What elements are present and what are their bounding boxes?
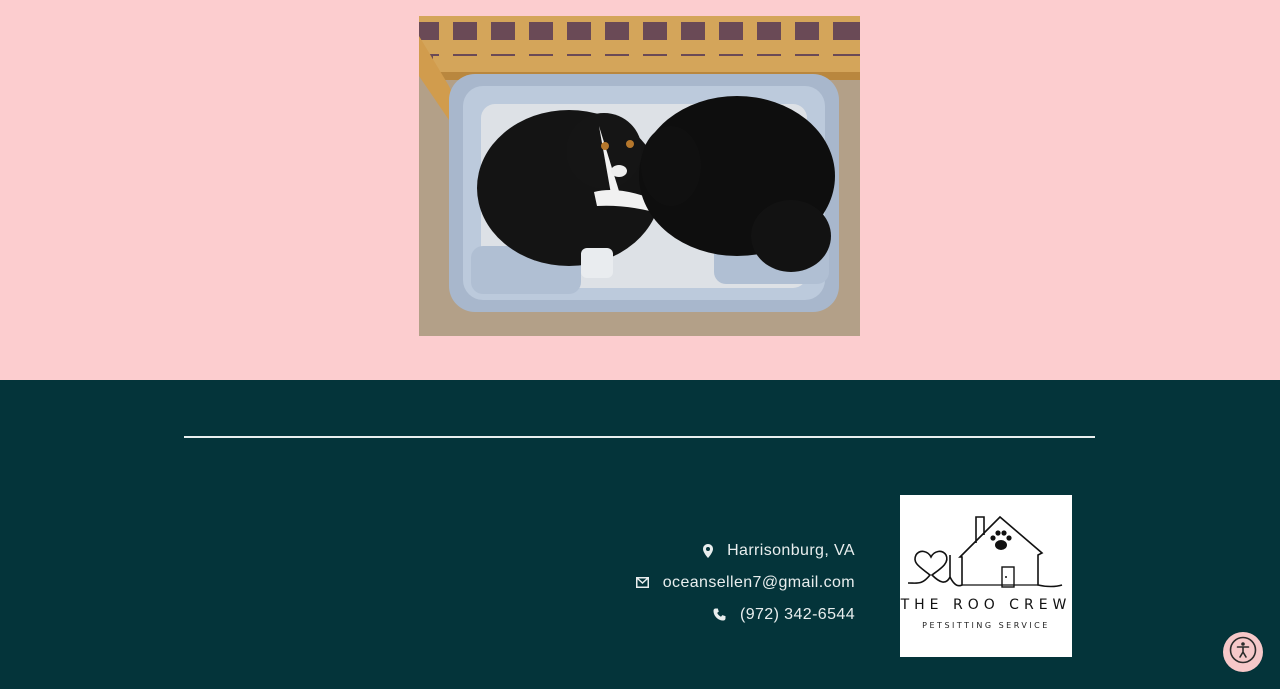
contact-phone[interactable]: (972) 342-6544 [713,604,855,625]
accessibility-button[interactable] [1223,632,1263,672]
phone-icon [713,608,726,621]
envelope-icon [635,577,649,588]
site-footer: Harrisonburg, VA oceansellen7@gmail.com … [0,380,1280,689]
hero-section [0,0,1280,380]
logo-title: THE ROO CREW [900,597,1072,613]
logo-subtitle: PETSITTING SERVICE [922,621,1050,630]
accessibility-icon [1229,636,1257,669]
phone-link[interactable]: (972) 342-6544 [740,606,855,624]
dogs-photo [419,16,860,336]
brand-logo: THE ROO CREW PETSITTING SERVICE [900,495,1072,657]
contact-email[interactable]: oceansellen7@gmail.com [635,572,855,593]
location-text: Harrisonburg, VA [727,541,855,559]
email-link[interactable]: oceansellen7@gmail.com [663,574,855,592]
dogs-photo-illustration [419,16,860,336]
house-heart-logo-icon [907,515,1063,588]
contact-location: Harrisonburg, VA [703,540,855,561]
contact-info: Harrisonburg, VA oceansellen7@gmail.com … [635,540,855,625]
footer-divider [184,436,1095,438]
map-pin-icon [703,543,714,558]
